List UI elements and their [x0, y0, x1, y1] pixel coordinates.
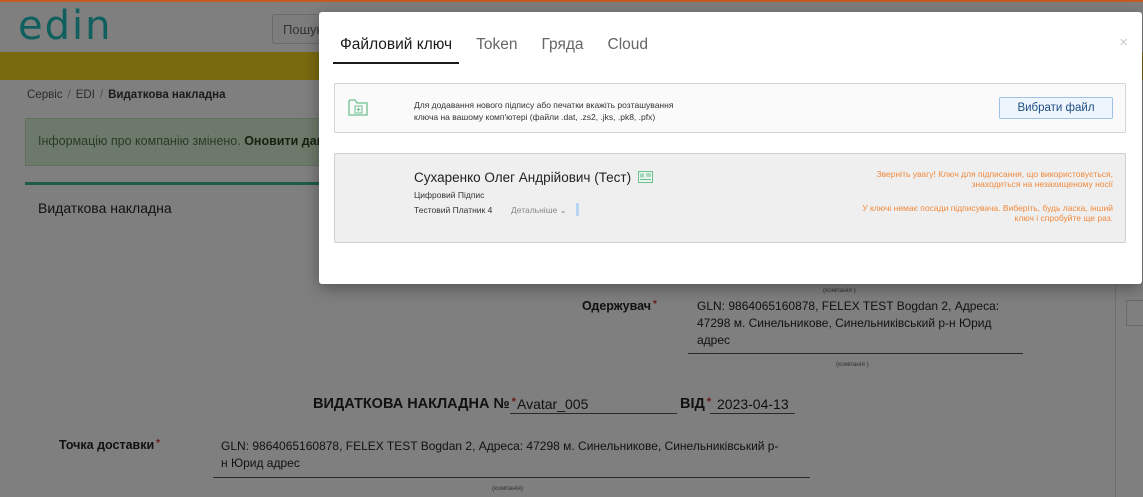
document-date-underline [710, 413, 795, 414]
file-select-panel: Для додавання нового підпису або печатки… [334, 83, 1126, 133]
chevron-down-icon: ⌄ [559, 205, 567, 215]
tab-hryada[interactable]: Гряда [535, 34, 591, 64]
delivery-caption: (компанія) [492, 485, 524, 492]
key-company: Тестовий Платник 4 [414, 205, 493, 215]
tab-token[interactable]: Token [469, 34, 524, 64]
key-type-tabs: Файловий ключ Token Гряда Cloud [333, 34, 665, 64]
document-date-field[interactable]: 2023-04-13 [717, 396, 789, 412]
receiver-underline [688, 353, 1023, 354]
breadcrumb-separator: / [67, 89, 71, 101]
key-info-panel[interactable]: Сухаренко Олег Андрійович (Тест) Цифрови… [334, 153, 1126, 243]
breadcrumb-item-service[interactable]: Сервіс [27, 89, 63, 101]
receiver-value[interactable]: GLN: 9864065160878, FELEX TEST Bogdan 2,… [697, 298, 1002, 349]
add-folder-icon [348, 99, 368, 116]
from-label-text: ВІД [680, 396, 705, 412]
company-caption-top: (компанія ) [823, 287, 856, 294]
choose-file-button[interactable]: Вибрати файл [999, 97, 1113, 119]
breadcrumb-separator: / [99, 89, 104, 101]
receiver-label-text: Одержувач [582, 299, 652, 313]
details-link-text: Детальніше [511, 205, 558, 215]
receiver-label: Одержувач * [582, 299, 657, 313]
delivery-underline [213, 477, 810, 478]
tab-file-key[interactable]: Файловий ключ [333, 34, 460, 64]
document-number-underline [510, 413, 677, 414]
breadcrumb: Сервіс / EDI / Видаткова накладна [27, 89, 226, 101]
document-title: ВИДАТКОВА НАКЛАДНА № * [313, 396, 516, 412]
focus-indicator [576, 203, 579, 216]
required-mark: * [156, 438, 161, 449]
required-mark: * [706, 396, 712, 408]
close-icon[interactable]: × [1119, 34, 1128, 51]
no-position-warning: У ключі немає посади підписувача. Вибері… [862, 203, 1113, 223]
details-link[interactable]: Детальніше ⌄ [511, 205, 567, 216]
tab-cloud[interactable]: Cloud [601, 34, 656, 64]
key-owner-name: Сухаренко Олег Андрійович (Тест) [414, 170, 632, 185]
file-hint-line1: Для додавання нового підпису або печатки… [414, 100, 674, 110]
breadcrumb-current: Видаткова накладна [108, 89, 226, 101]
signature-key-modal: × Файловий ключ Token Гряда Cloud Для до… [319, 12, 1142, 284]
file-hint-line2: ключа на вашому комп'ютері (файли .dat, … [414, 112, 656, 122]
file-hint: Для додавання нового підпису або печатки… [414, 99, 673, 123]
alert-text: Інформацію про компанію змінено. [38, 134, 245, 148]
unsecured-media-warning: Зверніть увагу! Ключ для підписання, що … [876, 169, 1113, 189]
company-changed-alert: Інформацію про компанію змінено. Оновити… [25, 118, 345, 166]
breadcrumb-item-edi[interactable]: EDI [76, 89, 95, 101]
required-mark: * [653, 299, 657, 310]
delivery-label: Точка доставки * [59, 438, 160, 452]
required-mark: * [511, 396, 516, 408]
side-toggle[interactable] [1126, 300, 1143, 326]
document-title-text: ВИДАТКОВА НАКЛАДНА № [313, 396, 510, 412]
document-number-field[interactable]: Avatar_005 [517, 396, 588, 412]
card-title: Видаткова накладна [38, 200, 172, 216]
edin-logo[interactable]: edin [18, 6, 112, 46]
receiver-caption: (компанія ) [836, 361, 869, 368]
signature-type: Цифровий Підпис [414, 190, 485, 200]
certificate-icon [638, 171, 653, 183]
delivery-label-text: Точка доставки [59, 438, 155, 452]
delivery-value[interactable]: GLN: 9864065160878, FELEX TEST Bogdan 2,… [221, 438, 781, 472]
document-date-label: ВІД * [680, 396, 711, 412]
